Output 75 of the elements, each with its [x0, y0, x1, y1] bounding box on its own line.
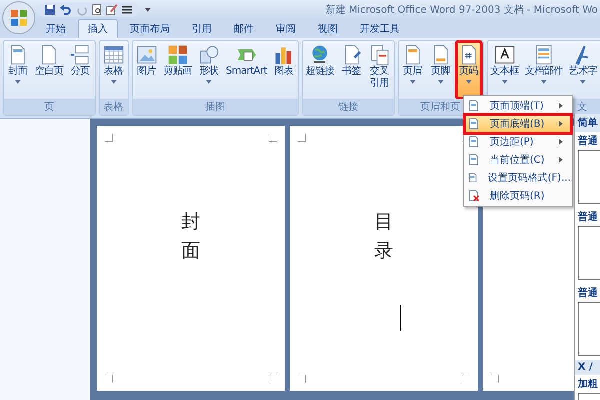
page-icon	[468, 154, 480, 166]
save-icon[interactable]	[44, 4, 56, 16]
ribbon-button[interactable]: 页码	[456, 42, 481, 98]
table-icon	[102, 44, 124, 66]
page-icon	[468, 172, 478, 184]
ribbon-tab[interactable]: 审阅	[266, 19, 306, 38]
ribbon-button[interactable]: 书签	[340, 42, 364, 98]
submenu-arrow-icon	[559, 121, 563, 127]
corner-mark-icon	[269, 375, 277, 383]
menu-item[interactable]: 页面底端(B)	[465, 115, 571, 133]
gallery-item-label: 普通	[578, 210, 599, 224]
ribbon-tab[interactable]: 邮件	[224, 19, 264, 38]
corner-mark-icon	[462, 375, 470, 383]
customize-caret-icon[interactable]	[145, 7, 151, 13]
ribbon-button[interactable]: 艺术字	[568, 42, 599, 98]
ribbon-button[interactable]: 超链接	[305, 42, 336, 98]
shapes-icon	[198, 44, 220, 66]
edit-document-icon[interactable]	[106, 4, 118, 16]
gallery-item-label: 加粗	[578, 378, 599, 391]
menu-item[interactable]: 设置页码格式(F)...	[465, 169, 571, 187]
ribbon-button[interactable]: 表格	[102, 42, 126, 98]
ribbon-button[interactable]: 剪贴画	[162, 42, 193, 98]
ribbon-tab[interactable]: 页面布局	[120, 19, 180, 38]
menu-item[interactable]: 删除页码(R)	[465, 187, 571, 205]
group-label: 表格	[100, 99, 128, 115]
corner-mark-icon	[269, 134, 277, 142]
cross-reference-icon	[368, 44, 391, 66]
gallery-heading: 简单	[575, 114, 600, 132]
ribbon-button[interactable]: 文本框	[490, 42, 520, 98]
submenu-arrow-icon	[559, 157, 563, 163]
text-box-icon	[494, 44, 516, 66]
corner-mark-icon	[298, 375, 306, 383]
ribbon-tab[interactable]: 开发工具	[350, 19, 410, 38]
lines-icon[interactable]	[121, 4, 133, 16]
ribbon-button[interactable]: 交叉引用	[368, 42, 392, 98]
ribbon-button[interactable]: 图片	[134, 42, 158, 98]
page-text: 目录	[374, 210, 394, 264]
page-icon	[468, 100, 480, 112]
gallery-item-label: 普通	[578, 134, 599, 148]
gallery-heading: X /	[575, 360, 600, 375]
group-label: 插图	[132, 99, 298, 115]
submenu-arrow-icon	[559, 139, 563, 145]
menu-item[interactable]: 页边距(P)	[465, 133, 571, 151]
corner-mark-icon	[105, 375, 113, 383]
submenu-arrow-icon	[559, 103, 563, 109]
undo-icon[interactable]	[59, 4, 73, 16]
menu-item[interactable]: 当前位置(C)	[465, 151, 571, 169]
ribbon-button[interactable]: 图表	[272, 42, 296, 98]
ribbon-button[interactable]: 页脚	[428, 42, 453, 98]
page-icon	[468, 136, 480, 148]
group-label: 页	[4, 99, 94, 115]
ribbon-button[interactable]: 文档部件	[524, 42, 564, 98]
picture-icon	[136, 44, 158, 66]
clip-art-icon	[166, 44, 189, 66]
ribbon-tab[interactable]: 插入	[78, 19, 118, 38]
ribbon-button[interactable]: 形状	[197, 42, 221, 98]
ribbon-button[interactable]: 分页	[68, 42, 92, 98]
gallery-item-label: 普通	[578, 286, 599, 300]
ribbon-tab[interactable]: 视图	[308, 19, 348, 38]
delete-page-icon	[468, 190, 480, 202]
ribbon-tab[interactable]: 开始	[36, 19, 76, 38]
ribbon-button[interactable]: 封面	[6, 42, 30, 98]
window-title: 新建 Microsoft Office Word 97-2003 文档 - Microsoft Wo	[326, 4, 599, 17]
ribbon-tab[interactable]: 引用	[182, 19, 222, 38]
print-preview-icon[interactable]	[91, 4, 103, 16]
corner-mark-icon	[491, 375, 499, 383]
page-text: 封面	[182, 210, 200, 264]
group-label: 链接	[303, 99, 394, 115]
corner-mark-icon	[298, 134, 306, 142]
ribbon-button[interactable]: 页眉	[400, 42, 425, 98]
page-break-icon	[70, 44, 92, 66]
ribbon-button[interactable]: 空白页	[34, 42, 64, 98]
corner-mark-icon	[105, 134, 113, 142]
ribbon-button[interactable]: SmartArt	[225, 42, 268, 98]
page-icon	[468, 118, 480, 130]
